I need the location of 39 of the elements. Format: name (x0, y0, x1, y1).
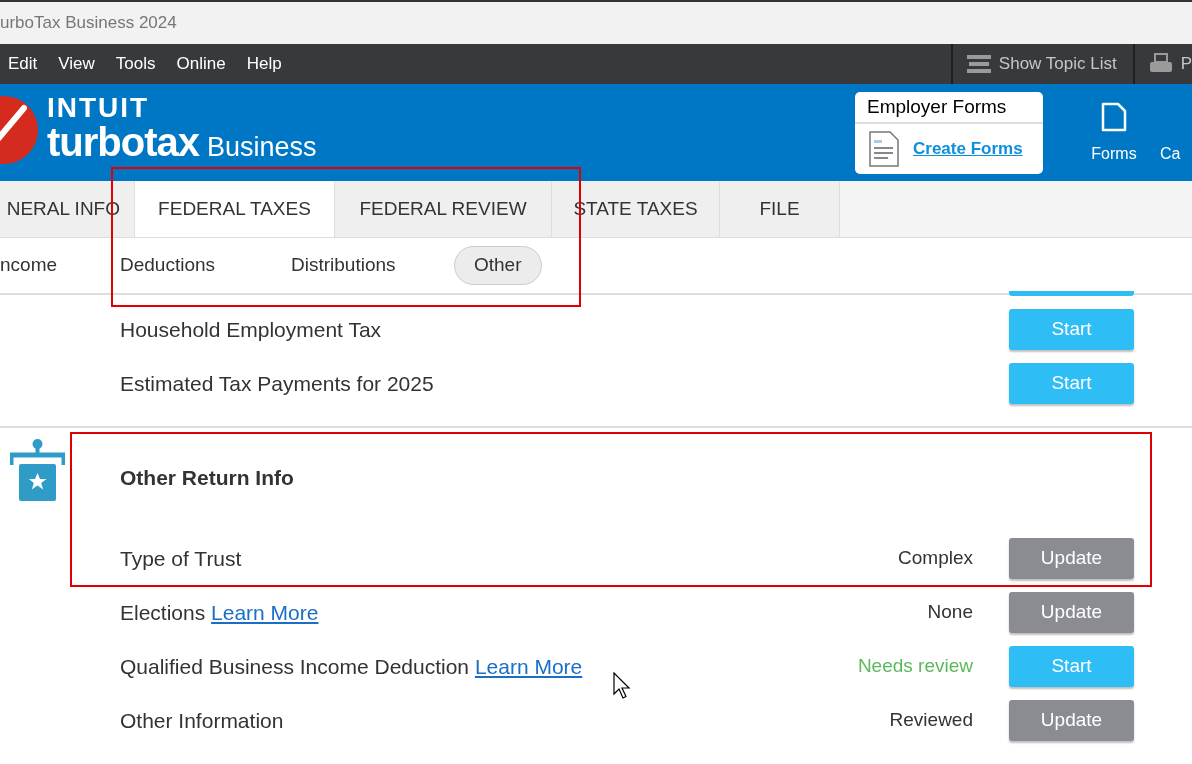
row-label: Elections Learn More (120, 599, 320, 626)
row-label: Qualified Business Income Deduction Learn More (120, 653, 584, 680)
header-button[interactable]: Ca (1160, 102, 1181, 166)
row-label: Estimated Tax Payments for 2025 (120, 370, 435, 397)
logo-edition: Business (207, 134, 317, 161)
subtab[interactable]: Deductions (120, 246, 216, 285)
list-icon (966, 54, 991, 74)
menu-item[interactable]: Online (176, 51, 226, 77)
forms-button[interactable]: Forms (1082, 102, 1146, 166)
tab[interactable]: FEDERAL REVIEW (335, 181, 552, 237)
section-title: Other Return Info (120, 465, 294, 491)
row-label: Type of Trust (120, 545, 243, 572)
row-label: Household Employment Tax (120, 316, 383, 343)
subtab[interactable]: Other (454, 246, 542, 285)
status-text: None (927, 600, 973, 625)
subtab[interactable]: Distributions (291, 246, 396, 285)
document-icon (1101, 102, 1127, 132)
tab[interactable]: FEDERAL TAXES (135, 181, 335, 237)
window-title: urboTax Business 2024 (0, 12, 177, 35)
printer-icon (1148, 53, 1173, 75)
menu-item[interactable]: Tools (115, 51, 156, 77)
logo-company: INTUIT (47, 94, 151, 122)
tab[interactable]: FILE (720, 181, 840, 237)
status-text: Reviewed (889, 708, 973, 733)
document-icon (869, 131, 899, 167)
status-text: Needs review (857, 654, 973, 679)
subtab[interactable]: ncome (0, 246, 58, 285)
card-title: Employer Forms (855, 92, 1043, 124)
logo-product: turbotax (47, 122, 199, 162)
status-text: Complex (898, 546, 973, 571)
start-button-edge[interactable] (1009, 291, 1134, 296)
menu-item[interactable]: Edit (8, 51, 38, 77)
podium-star-icon (10, 438, 65, 503)
menu-item[interactable]: Help (246, 51, 282, 77)
menu-item[interactable]: View (58, 51, 95, 77)
learn-more-link[interactable]: Learn More (211, 600, 319, 624)
row-label: Other Information (120, 707, 285, 734)
mouse-pointer-icon (613, 672, 631, 699)
learn-more-link[interactable]: Learn More (474, 654, 583, 678)
